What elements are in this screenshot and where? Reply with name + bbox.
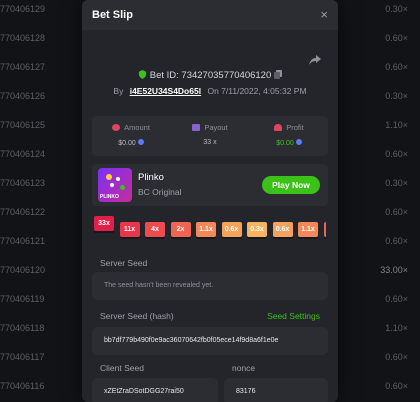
payout-text: 1.10× bbox=[385, 323, 408, 333]
seed-settings-link[interactable]: Seed Settings bbox=[267, 311, 320, 321]
coin-icon bbox=[137, 139, 144, 145]
bet-id-text: 770406117 bbox=[0, 352, 45, 362]
payout-text: 0.60× bbox=[385, 294, 408, 304]
client-seed-label: Client Seed bbox=[100, 363, 144, 373]
bet-id-text: 770406125 bbox=[0, 120, 46, 130]
bet-id-text: 770406124 bbox=[0, 149, 46, 159]
bet-id: Bet ID: 7342703577040612​0 bbox=[149, 70, 272, 81]
multiplier-slot: 4x bbox=[145, 222, 165, 237]
payout-text: 0.60× bbox=[385, 236, 408, 246]
stat-payout: Payout 33 x bbox=[171, 116, 249, 156]
stat-amount: Amount $0.00 bbox=[92, 116, 170, 156]
server-seed-hash-field[interactable]: bb7df779b490f0e9ac36070642fb0f05ece14f9d… bbox=[92, 327, 328, 355]
on-label: On bbox=[207, 86, 219, 96]
bet-id-text: 770406121 bbox=[0, 236, 46, 246]
server-seed-hash-value: bb7df779b490f0e9ac36070642fb0f05ece14f9d… bbox=[104, 337, 279, 344]
multiplier-strip: 33x 11x 4x 2x 1.1x 0.6x 0.3x 0.6x 1.1x bbox=[94, 216, 326, 242]
nonce-label: nonce bbox=[232, 363, 256, 373]
nonce-value: 83176 bbox=[236, 388, 256, 395]
game-name: Plinko bbox=[138, 172, 164, 183]
multiplier-slot: 0.3x bbox=[247, 222, 267, 237]
payout-text: 0.30× bbox=[385, 4, 408, 14]
payout-text: 1.10× bbox=[385, 120, 408, 130]
by-label: By bbox=[113, 86, 124, 96]
amount-label: Amount bbox=[124, 123, 150, 132]
bet-info: Bet ID: 7342703577040612​0 By i4E52U34S4… bbox=[82, 30, 338, 106]
modal-title: Bet Slip bbox=[92, 9, 133, 21]
server-seed-hash-label: Server Seed (hash) bbox=[100, 311, 174, 321]
bet-id-text: 770406120 bbox=[0, 265, 46, 275]
payout-text: 0.60× bbox=[385, 33, 408, 43]
client-seed-field[interactable]: xZEtZraDSotDGG27rai50 bbox=[92, 378, 218, 402]
game-card: PLINKO Plinko BC Original Play Now bbox=[92, 164, 328, 206]
bet-id-text: 770406123 bbox=[0, 178, 46, 188]
payout-text: 0.30× bbox=[385, 91, 408, 101]
bet-date: 7/11/2022, 4:05:32 PM bbox=[221, 86, 307, 96]
payout-text: 0.60× bbox=[385, 149, 408, 159]
payout-text: 0.60× bbox=[385, 352, 408, 362]
profit-label: Profit bbox=[286, 123, 304, 132]
multiplier-slot: 0.6x bbox=[272, 222, 293, 237]
share-icon[interactable] bbox=[308, 54, 322, 66]
bet-id-text: 770406119 bbox=[0, 294, 45, 304]
bet-id-text: 770406126 bbox=[0, 91, 46, 101]
multiplier-slot: 0.6x bbox=[221, 222, 242, 237]
bet-meta: By i4E52U34S4Do65l On 7/11/2022, 4:05:32… bbox=[82, 86, 338, 96]
multiplier-slot: 11x bbox=[119, 222, 140, 237]
multiplier-slot: 2x bbox=[170, 222, 191, 237]
copy-icon[interactable] bbox=[274, 70, 283, 79]
payout-text: 0.60× bbox=[385, 381, 408, 391]
server-seed-label: Server Seed bbox=[100, 258, 148, 268]
bet-id-text: 770406118 bbox=[0, 323, 45, 333]
bet-slip-modal: Bet Slip × Bet ID: 7342703577040612​0 By… bbox=[82, 0, 338, 402]
multiplier-slot: 33x bbox=[94, 216, 114, 231]
multiplier-slot bbox=[323, 222, 326, 237]
modal-header: Bet Slip × bbox=[82, 0, 338, 30]
plinko-thumbnail[interactable]: PLINKO bbox=[98, 168, 132, 202]
coins-icon bbox=[112, 124, 121, 131]
payout-text: 0.30× bbox=[385, 178, 408, 188]
payout-text: 0.60× bbox=[385, 207, 408, 217]
profit-value: $0.00 bbox=[276, 140, 294, 147]
profit-bag-icon bbox=[274, 124, 283, 131]
close-icon[interactable]: × bbox=[320, 7, 328, 22]
bet-id-text: 770406129 bbox=[0, 4, 46, 14]
stat-profit: Profit $0.00 bbox=[250, 116, 328, 156]
payout-label: Payout bbox=[204, 123, 228, 132]
multiplier-slot: 1.1x bbox=[196, 222, 216, 237]
nonce-field[interactable]: 83176 bbox=[224, 378, 328, 402]
payout-value: 33 x bbox=[203, 139, 217, 146]
thumbnail-label: PLINKO bbox=[100, 194, 119, 200]
server-seed-field[interactable]: The seed hasn't been revealed yet. bbox=[92, 272, 328, 300]
wallet-icon bbox=[192, 124, 201, 131]
payout-text: 33.00× bbox=[380, 265, 408, 275]
server-seed-value: The seed hasn't been revealed yet. bbox=[104, 282, 214, 289]
amount-value: $0.00 bbox=[118, 140, 136, 147]
multiplier-slot: 1.1x bbox=[298, 222, 318, 237]
game-subtitle: BC Original bbox=[138, 187, 182, 197]
bet-id-text: 770406128 bbox=[0, 33, 46, 43]
bet-id-row: Bet ID: 7342703577040612​0 bbox=[82, 70, 338, 81]
play-now-button[interactable]: Play Now bbox=[262, 176, 320, 194]
bet-stats: Amount $0.00 Payout 33 x Profit $0.00 bbox=[92, 116, 328, 156]
verified-shield-icon bbox=[138, 70, 146, 79]
user-link[interactable]: i4E52U34S4Do65l bbox=[130, 86, 201, 96]
bet-id-text: 770406122 bbox=[0, 207, 46, 217]
coin-icon bbox=[295, 139, 302, 145]
client-seed-value: xZEtZraDSotDGG27rai50 bbox=[104, 388, 184, 395]
payout-text: 0.60× bbox=[385, 62, 408, 72]
bet-id-text: 770406127 bbox=[0, 62, 46, 72]
bet-id-text: 770406116 bbox=[0, 381, 45, 391]
